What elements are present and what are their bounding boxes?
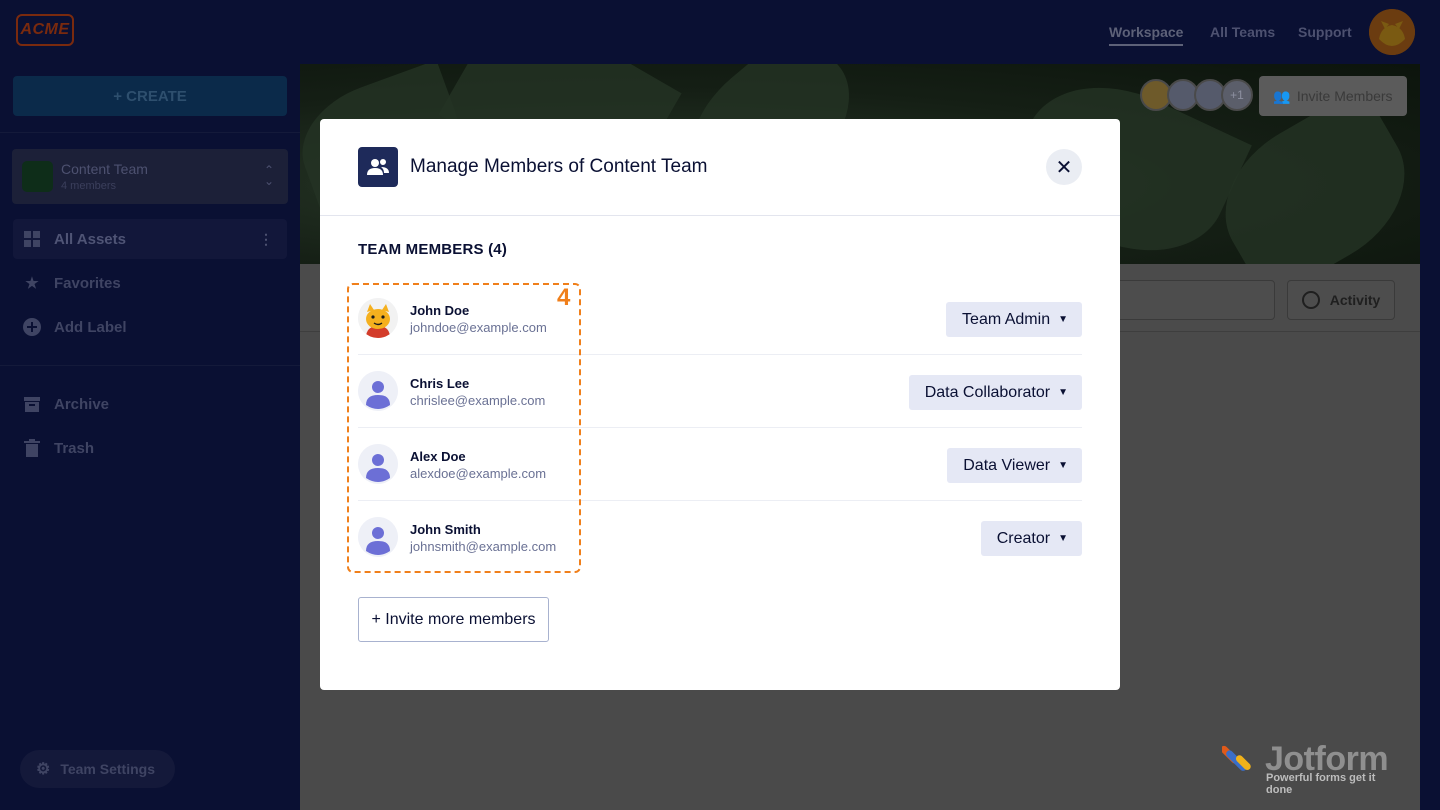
section-title: TEAM MEMBERS (4) <box>358 241 508 258</box>
role-label: Data Collaborator <box>924 383 1051 401</box>
modal-header: Manage Members of Content Team ✕ <box>320 119 1120 216</box>
role-dropdown[interactable]: Data Collaborator ▼ <box>908 375 1082 410</box>
role-dropdown[interactable]: Data Viewer ▼ <box>947 448 1082 483</box>
role-label: Creator <box>996 529 1051 547</box>
role-label: Data Viewer <box>963 456 1051 474</box>
caret-down-icon: ▼ <box>1058 533 1068 544</box>
close-icon: ✕ <box>1055 156 1073 179</box>
invite-more-members-button[interactable]: + Invite more members <box>358 597 549 642</box>
highlight-annotation <box>347 283 581 573</box>
highlight-step-number: 4 <box>557 284 571 311</box>
caret-down-icon: ▼ <box>1058 387 1068 398</box>
close-button[interactable]: ✕ <box>1046 149 1082 185</box>
caret-down-icon: ▼ <box>1058 314 1068 325</box>
role-dropdown[interactable]: Team Admin ▼ <box>946 302 1082 337</box>
caret-down-icon: ▼ <box>1058 460 1068 471</box>
modal-title: Manage Members of Content Team <box>410 156 708 177</box>
role-label: Team Admin <box>962 310 1051 328</box>
team-members-icon <box>358 147 398 187</box>
role-dropdown[interactable]: Creator ▼ <box>980 521 1082 556</box>
